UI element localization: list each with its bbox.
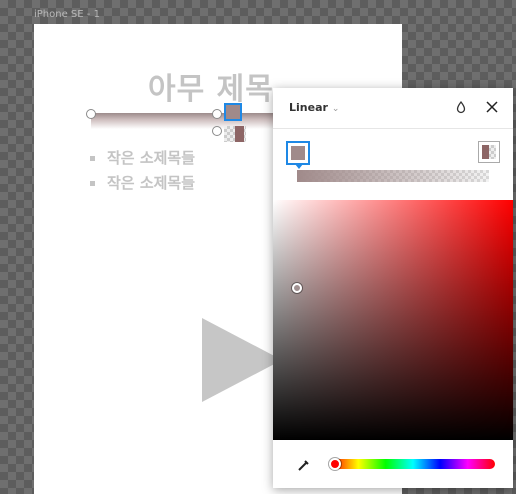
gradient-handle-end[interactable]	[212, 126, 222, 136]
bullet-item[interactable]: 작은 소제목들	[90, 147, 195, 168]
frame-label[interactable]: iPhone SE - 1	[34, 9, 100, 20]
triangle-shape[interactable]	[202, 318, 282, 402]
saturation-value-field[interactable]	[273, 200, 513, 440]
gradient-stop-start[interactable]	[286, 141, 310, 169]
gradient-preview-strip[interactable]	[297, 170, 489, 182]
gradient-type-label: Linear	[289, 101, 328, 114]
gradient-end-stop-marker[interactable]	[224, 126, 246, 142]
drop-icon[interactable]	[453, 99, 469, 115]
gradient-handle-start[interactable]	[86, 109, 96, 119]
hue-slider[interactable]	[331, 459, 495, 469]
picker-header: Linear ⌄	[273, 88, 513, 129]
bullet-item[interactable]: 작은 소제목들	[90, 172, 195, 193]
gradient-type-select[interactable]: Linear ⌄	[289, 101, 339, 114]
hue-slider-thumb[interactable]	[329, 458, 341, 470]
close-icon[interactable]	[484, 99, 500, 115]
eyedropper-icon[interactable]	[297, 458, 311, 472]
gradient-stop-end[interactable]	[478, 141, 500, 163]
gradient-handle-mid[interactable]	[212, 109, 222, 119]
gradient-bar-shape[interactable]	[91, 113, 276, 129]
gradient-color-picker: Linear ⌄	[273, 88, 513, 488]
color-cursor[interactable]	[292, 283, 302, 293]
gradient-stop-marker[interactable]	[224, 103, 242, 121]
chevron-down-icon: ⌄	[331, 104, 340, 114]
slide-title[interactable]: 아무 제목	[148, 64, 274, 108]
